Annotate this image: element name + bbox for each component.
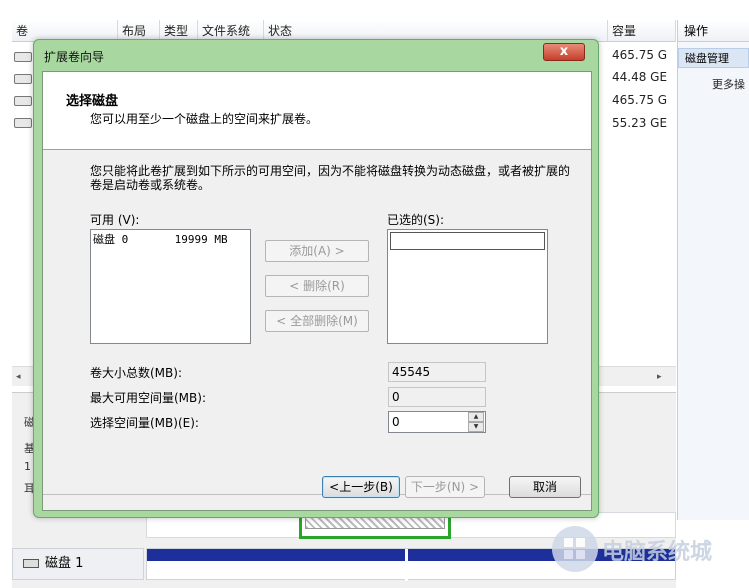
- wizard-title: 扩展卷向导: [44, 50, 105, 64]
- capacity-value: 44.48 GE: [612, 70, 668, 84]
- selected-label: 已选的(S):: [387, 213, 445, 227]
- select-space-label: 选择空间量(MB)(E):: [90, 416, 199, 430]
- actions-pane: 操作 磁盘管理 更多操: [677, 20, 749, 520]
- disk-icon: [23, 559, 39, 568]
- drive-icon: [14, 74, 32, 84]
- total-size-field: 45545: [388, 362, 486, 382]
- scroll-left-icon[interactable]: ◂: [16, 372, 21, 382]
- capacity-value: 465.75 G: [612, 93, 668, 107]
- close-icon: x: [559, 44, 569, 59]
- unallocated-partition[interactable]: [305, 517, 445, 529]
- list-item[interactable]: [390, 232, 545, 250]
- cancel-button[interactable]: 取消: [509, 476, 581, 498]
- disk1-label[interactable]: 磁盘 1: [12, 548, 144, 580]
- disk1-label-text: 磁盘 1: [45, 556, 84, 571]
- max-space-label: 最大可用空间量(MB):: [90, 391, 206, 405]
- capacity-value: 465.75 G: [612, 48, 668, 62]
- total-size-label: 卷大小总数(MB):: [90, 366, 182, 380]
- close-button[interactable]: x: [543, 43, 585, 61]
- next-button[interactable]: 下一步(N) >: [405, 476, 485, 498]
- drive-icon: [14, 52, 32, 62]
- watermark: 电脑系统城: [548, 520, 749, 580]
- remove-all-button[interactable]: < 全部删除(M): [265, 310, 369, 332]
- wizard-body: 选择磁盘 您可以用至少一个磁盘上的空间来扩展卷。 您只能将此卷扩展到如下所示的可…: [42, 71, 592, 511]
- spin-up-icon[interactable]: ▲: [468, 412, 484, 422]
- drive-icon: [14, 118, 32, 128]
- back-button[interactable]: <上一步(B): [322, 476, 400, 498]
- available-label: 可用 (V):: [90, 213, 140, 227]
- actions-disk-management[interactable]: 磁盘管理: [678, 48, 749, 68]
- available-disks-list[interactable]: 磁盘 0 19999 MB: [90, 229, 251, 344]
- watermark-text: 电脑系统城: [602, 540, 713, 565]
- step-description: 您可以用至少一个磁盘上的空间来扩展卷。: [90, 112, 319, 126]
- scroll-right-icon[interactable]: ▸: [657, 372, 662, 382]
- drive-icon: [14, 96, 32, 106]
- extend-volume-wizard: 扩展卷向导 x 选择磁盘 您可以用至少一个磁盘上的空间来扩展卷。 您只能将此卷扩…: [33, 39, 599, 518]
- column-header-capacity[interactable]: 容量: [608, 20, 676, 42]
- actions-more-link[interactable]: 更多操: [678, 76, 749, 92]
- space-spinner[interactable]: ▲ ▼: [468, 412, 484, 432]
- add-button[interactable]: 添加(A) >: [265, 240, 369, 262]
- list-item[interactable]: 磁盘 0 19999 MB: [93, 232, 248, 248]
- spin-down-icon[interactable]: ▼: [468, 422, 484, 432]
- wizard-header: 选择磁盘 您可以用至少一个磁盘上的空间来扩展卷。: [43, 72, 591, 150]
- partition-separator: [405, 549, 408, 581]
- max-space-field: 0: [388, 387, 486, 407]
- intro-text: 您只能将此卷扩展到如下所示的可用空间，因为不能将磁盘转换为动态磁盘，或者被扩展的…: [90, 164, 571, 192]
- actions-header: 操作: [678, 20, 749, 42]
- selected-disks-list[interactable]: [387, 229, 548, 344]
- disk-label-fragment: 1: [24, 460, 31, 473]
- windows-logo-icon: [552, 526, 598, 572]
- remove-button[interactable]: < 删除(R): [265, 275, 369, 297]
- capacity-value: 55.23 GE: [612, 116, 668, 130]
- step-title: 选择磁盘: [66, 94, 119, 109]
